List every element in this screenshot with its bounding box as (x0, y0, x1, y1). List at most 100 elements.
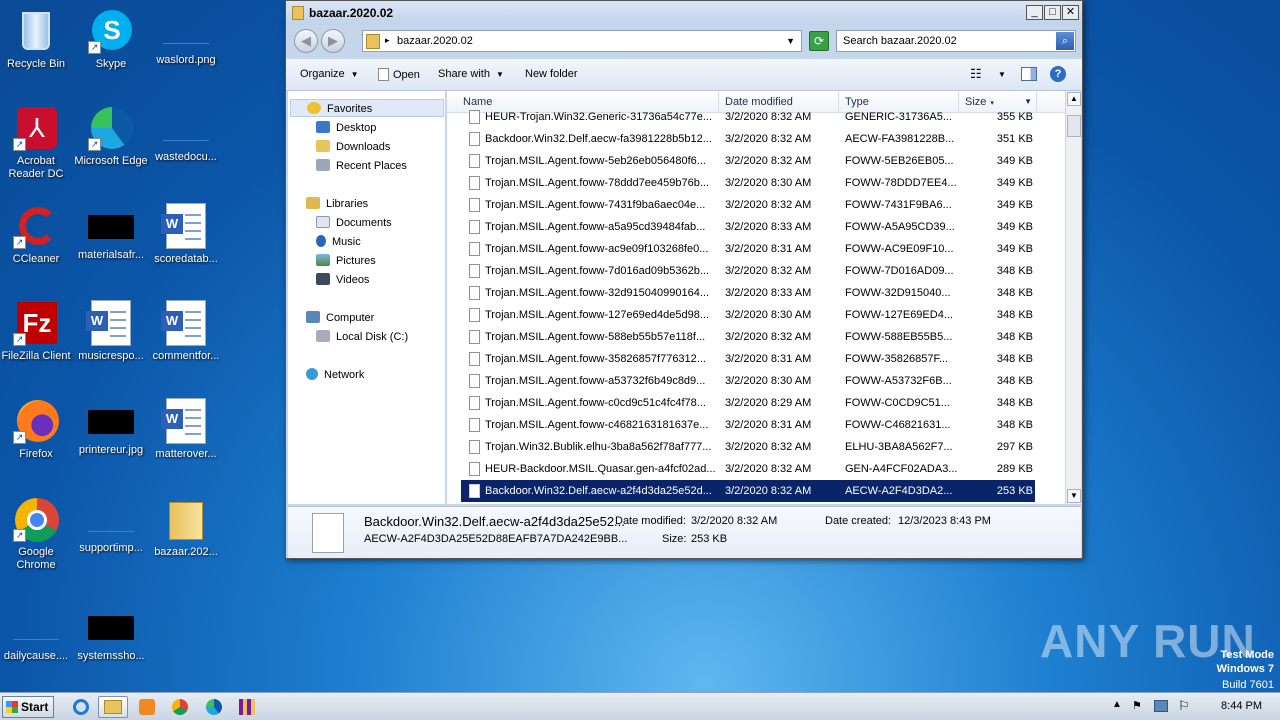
desktop-icon-supportimp[interactable]: supportimp... (73, 496, 149, 555)
show-hidden-icons-icon[interactable]: ▲ (1112, 699, 1122, 710)
nav-downloads[interactable]: Downloads (316, 138, 390, 156)
desktop-icon-firefox[interactable]: ↗ Firefox (0, 398, 74, 461)
file-size: 348 KB (996, 419, 1033, 431)
nav-documents[interactable]: Documents (316, 214, 392, 232)
desktop-icon-label: dailycause.... (3, 650, 69, 662)
taskbar-media-player-icon[interactable] (132, 696, 162, 718)
desktop-icon-edge[interactable]: ↗ Microsoft Edge (73, 105, 149, 168)
chevron-down-icon[interactable]: ▼ (998, 70, 1006, 79)
nav-desktop[interactable]: Desktop (316, 119, 376, 137)
nav-network[interactable]: Network (306, 366, 364, 384)
desktop-icon-chrome[interactable]: ↗ Google Chrome (0, 496, 74, 572)
back-button[interactable]: ◀ (294, 29, 318, 53)
desktop-icon-scoredatab[interactable]: W scoredatab... (148, 203, 224, 266)
share-with-button[interactable]: Share with ▼ (438, 68, 504, 80)
scroll-down-arrow-icon[interactable]: ▼ (1067, 489, 1081, 503)
new-folder-button[interactable]: New folder (525, 68, 578, 80)
nav-computer[interactable]: Computer (306, 309, 374, 327)
desktop-icon-bazaar-folder[interactable]: bazaar.202... (148, 496, 224, 559)
desktop-icon-musicrespo[interactable]: W musicrespo... (73, 300, 149, 363)
flag-icon[interactable]: ⚑ (1132, 699, 1142, 712)
file-row[interactable]: Backdoor.Win32.Delf.aecw-fa3981228b5b12.… (447, 128, 1065, 150)
file-row[interactable]: HEUR-Backdoor.MSIL.Quasar.gen-a4fcf02ad.… (447, 458, 1065, 480)
taskbar-chrome-icon[interactable] (165, 696, 195, 718)
network-tray-icon[interactable] (1154, 700, 1168, 712)
change-view-icon[interactable]: ☷ (970, 66, 982, 82)
file-row[interactable]: Trojan.MSIL.Agent.foww-c0cd9c51c4fc4f78.… (447, 392, 1065, 414)
maximize-button[interactable]: □ (1044, 5, 1061, 20)
nav-label: Pictures (336, 255, 376, 267)
file-row[interactable]: Backdoor.Win32.Delf.aecw-a2f4d3da25e52d.… (461, 480, 1035, 502)
forward-button[interactable]: ▶ (321, 29, 345, 53)
minimize-button[interactable]: _ (1026, 5, 1043, 20)
taskbar-ie-icon[interactable] (66, 696, 96, 718)
desktop-icon-materialsafr[interactable]: materialsafr... (73, 203, 149, 262)
desktop-icon-dailycause[interactable]: dailycause.... (0, 604, 74, 663)
vertical-scrollbar[interactable]: ▲ ▼ (1065, 91, 1081, 504)
desktop-icon-filezilla[interactable]: Fz ↗ FileZilla Client (0, 300, 74, 363)
desktop-icon-recycle-bin[interactable]: Recycle Bin (0, 8, 74, 71)
nav-videos[interactable]: Videos (316, 271, 369, 289)
start-button[interactable]: Start (2, 696, 54, 718)
nav-favorites[interactable]: Favorites (290, 99, 444, 117)
file-row[interactable]: Trojan.MSIL.Agent.foww-127e69ed4de5d98..… (447, 304, 1065, 326)
desktop-icon-systemssho[interactable]: systemssho... (73, 604, 149, 663)
file-row[interactable]: Trojan.MSIL.Agent.foww-a5a95cd39484fab..… (447, 216, 1065, 238)
address-bar[interactable]: ▸ bazaar.2020.02 ▼ (362, 30, 802, 52)
desktop-icon-wastedocu[interactable]: wastedocu... (148, 105, 224, 164)
file-row[interactable]: Trojan.MSIL.Agent.foww-588eb55b57e118f..… (447, 326, 1065, 348)
desktop-icon-skype[interactable]: S ↗ Skype (73, 8, 149, 71)
scroll-up-arrow-icon[interactable]: ▲ (1067, 92, 1081, 106)
desktop-icon-ccleaner[interactable]: ↗ CCleaner (0, 203, 74, 266)
file-row[interactable]: Trojan.MSIL.Agent.foww-5eb26eb056480f6..… (447, 150, 1065, 172)
organize-button[interactable]: Organize ▼ (300, 68, 359, 80)
nav-music[interactable]: Music (316, 233, 361, 251)
file-row[interactable]: Trojan.MSIL.Agent.foww-c4682163181637e..… (447, 414, 1065, 436)
file-size: 348 KB (996, 375, 1033, 387)
desktop-icon-commentfor[interactable]: W commentfor... (148, 300, 224, 363)
nav-recent-places[interactable]: Recent Places (316, 157, 407, 175)
desktop-icon-printereur[interactable]: printereur.jpg (73, 398, 149, 457)
file-row[interactable]: HEUR-Trojan.Win32.Generic-31736a54c77e..… (447, 106, 1065, 128)
desktop-icon-matterover[interactable]: W matterover... (148, 398, 224, 461)
file-row[interactable]: Trojan.MSIL.Agent.foww-7d016ad09b5362b..… (447, 260, 1065, 282)
file-row[interactable]: Trojan.Win32.Bublik.elhu-3ba8a562f78af77… (447, 436, 1065, 458)
chevron-down-icon[interactable]: ▼ (786, 36, 795, 46)
file-date-modified: 3/2/2020 8:32 AM (725, 133, 812, 145)
file-name: Trojan.MSIL.Agent.foww-c0cd9c51c4fc4f78.… (485, 397, 706, 409)
desktop-icon-label: scoredatab... (154, 253, 218, 265)
action-center-icon[interactable]: ⚐ (1178, 698, 1190, 714)
file-row[interactable]: Trojan.MSIL.Agent.foww-ac9e09f103268fe0.… (447, 238, 1065, 260)
nav-pictures[interactable]: Pictures (316, 252, 376, 270)
clock[interactable]: 8:44 PM (1221, 700, 1262, 712)
search-input[interactable]: Search bazaar.2020.02 ⌕ (836, 30, 1076, 52)
breadcrumb-arrow-icon[interactable]: ▸ (385, 35, 390, 46)
close-button[interactable]: ✕ (1062, 5, 1079, 20)
title-bar[interactable]: bazaar.2020.02 _ □ ✕ (286, 1, 1082, 25)
file-icon (469, 374, 480, 388)
nav-label: Documents (336, 217, 392, 229)
file-row[interactable]: Trojan.MSIL.Agent.foww-a53732f6b49c8d9..… (447, 370, 1065, 392)
open-button[interactable]: Open (378, 68, 420, 81)
desktop-icon-acrobat[interactable]: ⅄ ↗ Acrobat Reader DC (0, 105, 74, 181)
taskbar-edge-icon[interactable] (199, 696, 229, 718)
refresh-button[interactable]: ⟳ (809, 31, 829, 51)
file-row[interactable]: Trojan.MSIL.Agent.foww-35826857f776312..… (447, 348, 1065, 370)
preview-pane-icon[interactable] (1021, 67, 1037, 81)
file-date-modified: 3/2/2020 8:32 AM (725, 441, 812, 453)
search-icon[interactable]: ⌕ (1056, 32, 1074, 50)
file-row[interactable]: Trojan.MSIL.Agent.foww-32d915040990164..… (447, 282, 1065, 304)
help-icon[interactable]: ? (1050, 66, 1066, 82)
nav-local-disk[interactable]: Local Disk (C:) (316, 328, 408, 346)
taskbar-explorer-icon[interactable] (98, 696, 128, 718)
file-row[interactable]: Trojan.MSIL.Agent.foww-78ddd7ee459b76b..… (447, 172, 1065, 194)
file-row[interactable]: Trojan.MSIL.Agent.foww-7431f9ba6aec04e..… (447, 194, 1065, 216)
file-date-modified: 3/2/2020 8:32 AM (725, 463, 812, 475)
nav-libraries[interactable]: Libraries (306, 195, 368, 213)
taskbar-archiver-icon[interactable] (232, 696, 262, 718)
scroll-thumb[interactable] (1067, 115, 1081, 137)
desktop-icon-label: systemssho... (77, 650, 145, 662)
taskbar: Start ▲ ⚑ ⚐ 8:44 PM (0, 692, 1280, 720)
desktop-icon-waslord[interactable]: waslord.png (148, 8, 224, 67)
file-date-modified: 3/2/2020 8:30 AM (725, 375, 812, 387)
